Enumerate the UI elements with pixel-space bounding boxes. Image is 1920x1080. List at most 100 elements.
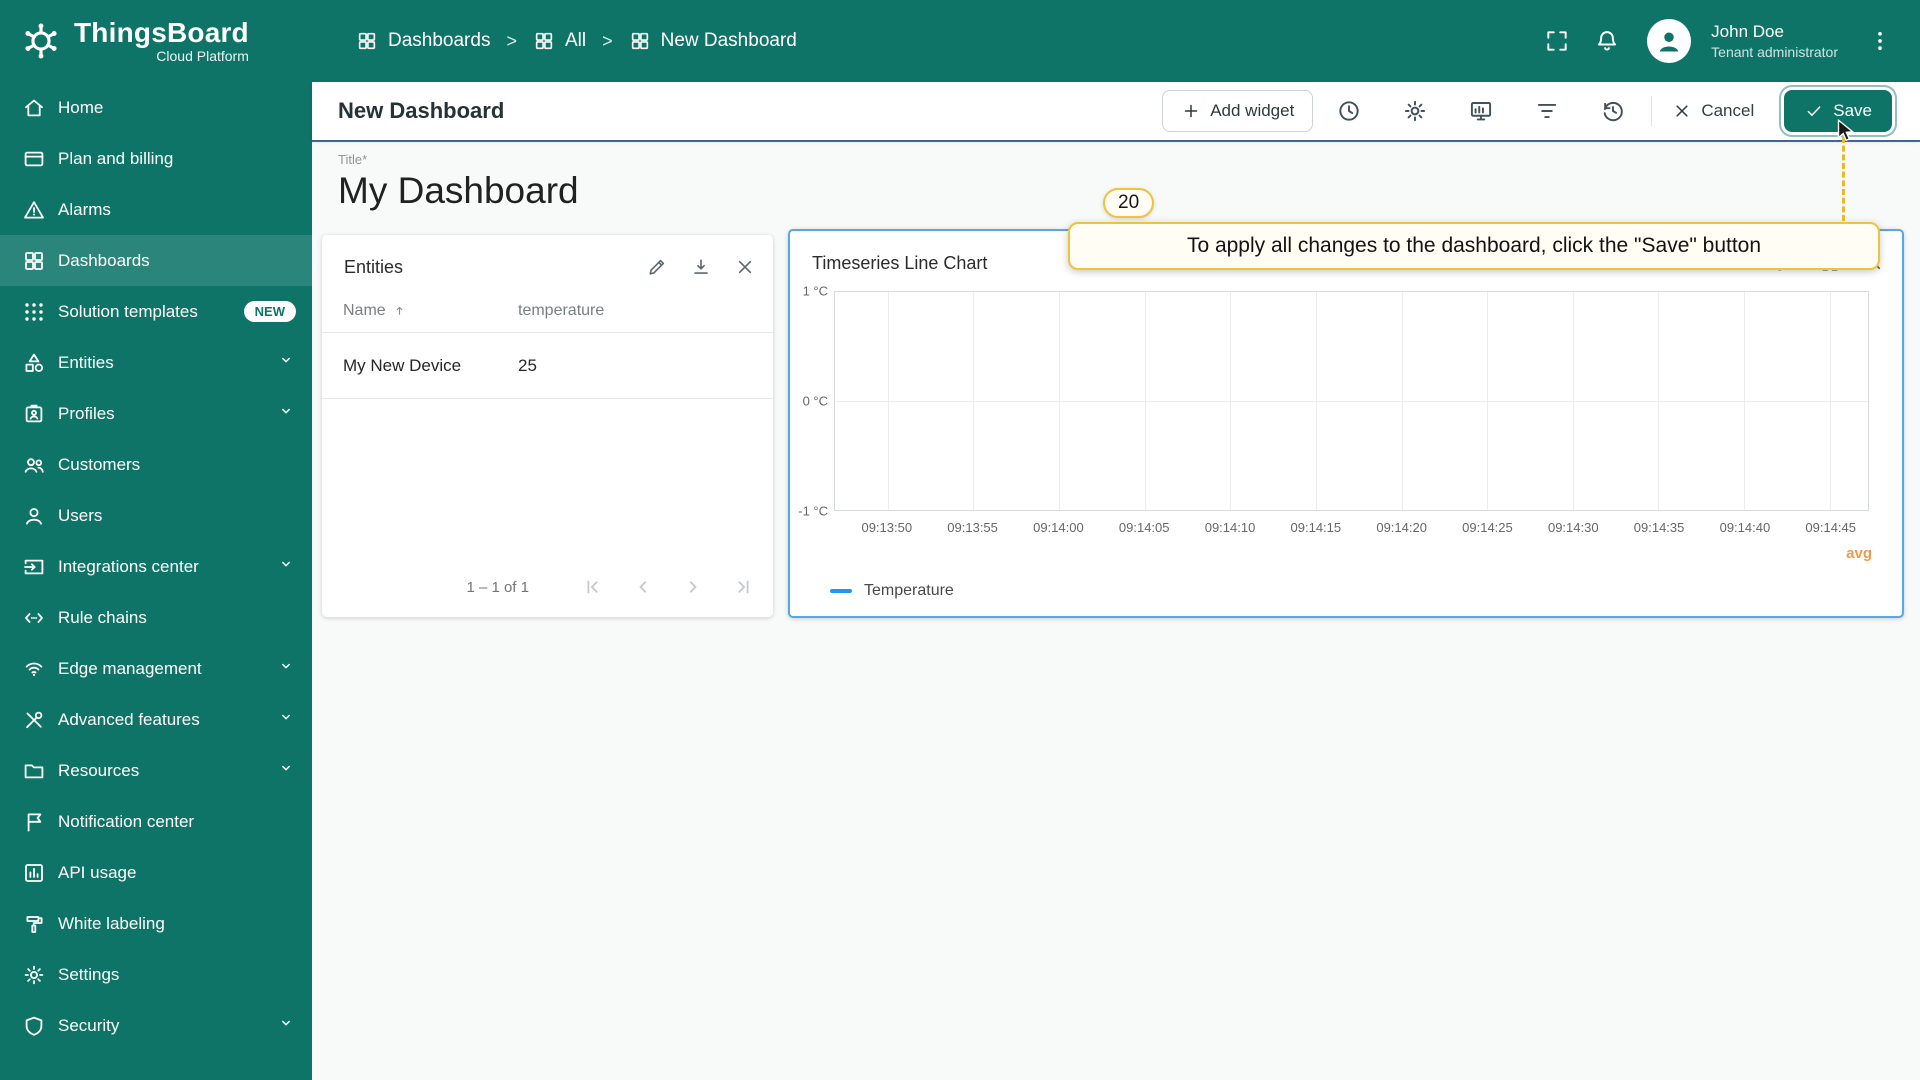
x-tick-label: 09:14:35 (1633, 520, 1685, 535)
thingsboard-logo-icon (25, 23, 57, 59)
user-role: Tenant administrator (1711, 43, 1838, 60)
sidebar-item-security[interactable]: Security (0, 1000, 312, 1051)
breadcrumb-separator: > (602, 30, 613, 51)
plus-icon (1184, 104, 1198, 118)
solution-templates-icon (22, 300, 46, 324)
breadcrumb-all[interactable]: All (533, 30, 586, 52)
sidebar-item-alarms[interactable]: Alarms (0, 184, 312, 235)
time-window-button[interactable] (1327, 89, 1371, 133)
entities-widget[interactable]: Entities Name temperature My New Device … (322, 235, 773, 617)
edit-widget-button[interactable] (645, 255, 669, 279)
notifications-button[interactable] (1587, 21, 1627, 61)
chevron-down-icon (276, 1013, 296, 1038)
tutorial-tooltip: To apply all changes to the dashboard, c… (1068, 222, 1880, 270)
add-widget-button[interactable]: Add widget (1162, 90, 1314, 132)
column-name-label: Name (343, 301, 386, 319)
sidebar-item-entities[interactable]: Entities (0, 337, 312, 388)
entities-icon (22, 351, 46, 375)
sidebar-item-advanced-features[interactable]: Advanced features (0, 694, 312, 745)
pencil-icon (649, 259, 665, 275)
sidebar-item-api-usage[interactable]: API usage (0, 847, 312, 898)
dashboard-title-field[interactable]: Title* My Dashboard (338, 152, 579, 212)
table-header: Name temperature (322, 289, 773, 333)
breadcrumb-separator: > (506, 30, 517, 51)
sidebar-item-notification-center[interactable]: Notification center (0, 796, 312, 847)
sidebar-item-rule-chains[interactable]: Rule chains (0, 592, 312, 643)
table-row[interactable]: My New Device 25 (322, 333, 773, 399)
x-tick-label: 09:14:20 (1376, 520, 1427, 535)
filters-button[interactable] (1525, 89, 1569, 133)
chevron-down-icon (276, 554, 296, 579)
sidebar-item-profiles[interactable]: Profiles (0, 388, 312, 439)
resources-icon (22, 759, 46, 783)
save-button[interactable]: Save (1784, 90, 1892, 132)
dashboard-toolbar: New Dashboard Add widget Cancel Save (312, 82, 1920, 140)
sidebar-nav: Home Plan and billing Alarms Dashboards Solu… (0, 82, 312, 1080)
aggregation-label[interactable]: avg (1846, 545, 1872, 562)
gridline (1829, 292, 1831, 510)
x-tick-label: 09:14:30 (1547, 520, 1599, 535)
title-field-value: My Dashboard (338, 170, 579, 211)
gear-icon (1405, 100, 1426, 122)
gridline (1487, 292, 1489, 510)
entities-table-body: My New Device 25 (322, 333, 773, 399)
white-labeling-icon (22, 912, 46, 936)
next-page-button[interactable] (673, 567, 713, 607)
sidebar-item-users[interactable]: Users (0, 490, 312, 541)
column-name[interactable]: Name (343, 302, 518, 320)
billing-icon (22, 147, 46, 171)
toolbar-icon-group (1327, 89, 1635, 133)
breadcrumb-dashboards[interactable]: Dashboards (356, 30, 490, 52)
logo-text: ThingsBoard Cloud Platform (74, 18, 249, 64)
last-page-button[interactable] (723, 567, 763, 607)
chart-legend[interactable]: Temperature (790, 582, 1902, 616)
x-tick-label: 09:14:05 (1118, 520, 1170, 535)
fullscreen-icon (1547, 31, 1567, 51)
remove-widget-button[interactable] (733, 255, 757, 279)
cancel-button[interactable]: Cancel (1660, 90, 1766, 132)
sidebar-item-solution-templates[interactable]: Solution templates NEW (0, 286, 312, 337)
cell-name: My New Device (343, 355, 462, 375)
prev-page-button[interactable] (623, 567, 663, 607)
widget-actions (645, 255, 757, 279)
logo[interactable]: ThingsBoard Cloud Platform (0, 0, 312, 82)
sidebar-item-resources[interactable]: Resources (0, 745, 312, 796)
breadcrumb-new-dashboard: New Dashboard (629, 30, 797, 52)
chevron-down-icon (276, 350, 296, 375)
breadcrumb-label: All (564, 30, 587, 51)
user-name: John Doe (1711, 21, 1784, 41)
sidebar-item-home[interactable]: Home (0, 82, 312, 133)
first-page-button[interactable] (573, 567, 613, 607)
timeseries-chart-widget[interactable]: Timeseries Line Chart 1 °C 0 °C -1 °C 09… (788, 229, 1904, 618)
sidebar-item-white-labeling[interactable]: White labeling (0, 898, 312, 949)
sidebar-item-edge-management[interactable]: Edge management (0, 643, 312, 694)
pagination-range: 1 – 1 of 1 (466, 578, 529, 596)
widget-header: Entities (322, 235, 773, 289)
dashboard-settings-button[interactable] (1393, 89, 1437, 133)
manage-layouts-button[interactable] (1459, 89, 1503, 133)
column-temperature[interactable]: temperature (518, 302, 773, 320)
sidebar-item-customers[interactable]: Customers (0, 439, 312, 490)
dashboard-canvas[interactable]: Title* My Dashboard Entities Name temper… (312, 140, 1920, 1080)
check-icon (1807, 106, 1821, 116)
sidebar-item-settings[interactable]: Settings (0, 949, 312, 1000)
sidebar-item-integrations-center[interactable]: Integrations center (0, 541, 312, 592)
sidebar-item-label: API usage (58, 862, 137, 882)
sidebar-item-label: Notification center (58, 811, 195, 831)
y-tick-label: 1 °C (802, 283, 828, 299)
app-root: ThingsBoard Cloud Platform Home Plan and … (0, 0, 1920, 1080)
sidebar-item-plan-and-billing[interactable]: Plan and billing (0, 133, 312, 184)
pagination: 1 – 1 of 1 (322, 557, 773, 617)
version-history-button[interactable] (1591, 89, 1635, 133)
avatar[interactable] (1647, 19, 1692, 63)
sidebar-item-dashboards[interactable]: Dashboards (0, 235, 312, 286)
chevron-down-icon (276, 401, 296, 426)
export-widget-button[interactable] (689, 255, 713, 279)
fullscreen-button[interactable] (1537, 21, 1577, 61)
sidebar-item-label: Alarms (58, 199, 111, 219)
more-menu-button[interactable] (1860, 21, 1900, 61)
edge-icon (22, 657, 46, 681)
x-tick-label: 09:14:00 (1033, 520, 1084, 535)
gridline (1230, 292, 1232, 510)
x-axis: 09:13:50 09:13:55 09:14:00 09:14:05 09:14:10… (802, 515, 1869, 539)
